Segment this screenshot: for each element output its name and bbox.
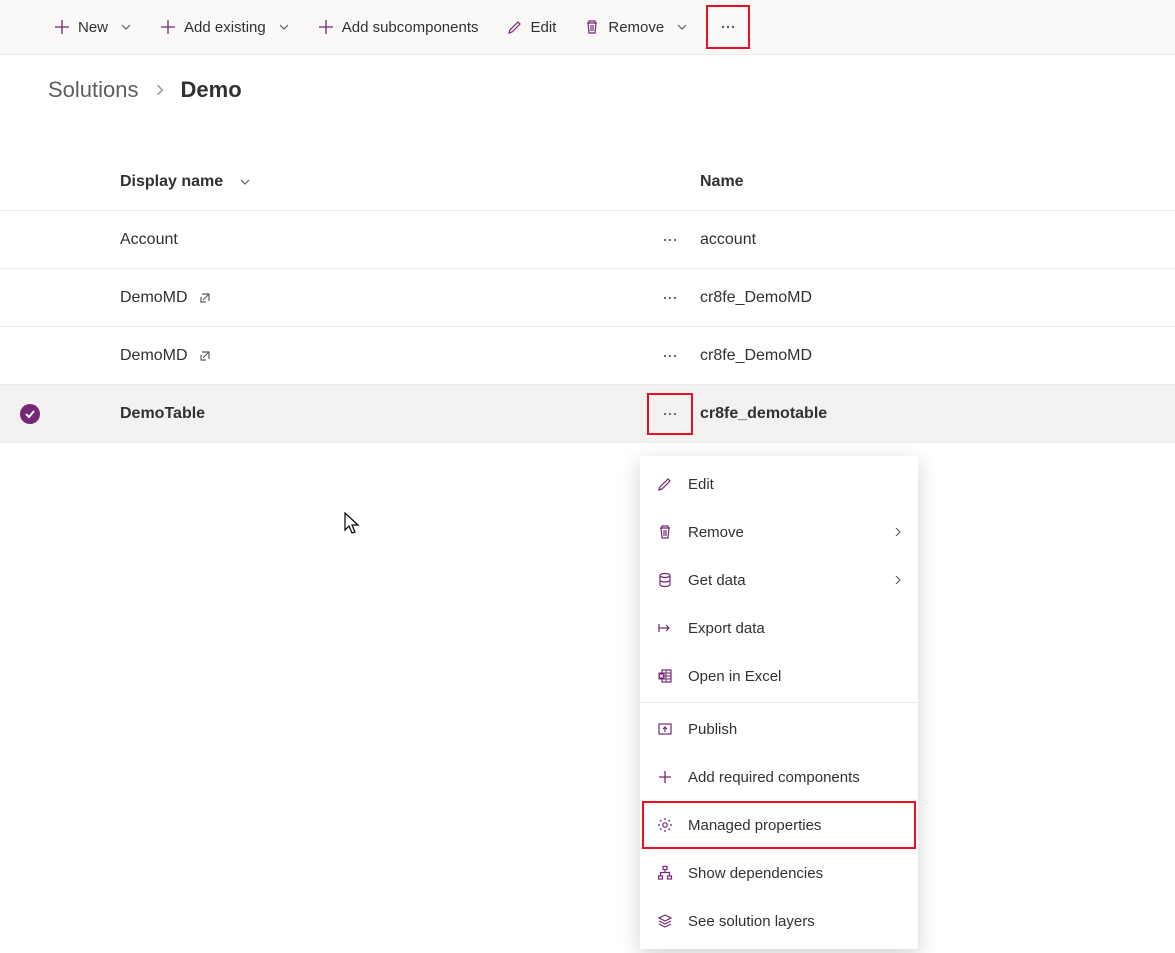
excel-icon <box>656 667 674 685</box>
open-external-icon[interactable] <box>198 291 212 305</box>
table-row[interactable]: DemoTable cr8fe_demotable <box>0 385 1175 443</box>
pencil-icon <box>507 19 523 35</box>
command-bar: New Add existing Add subcomponents Edit … <box>0 0 1175 55</box>
row-name: cr8fe_DemoMD <box>700 347 1175 365</box>
export-icon <box>656 619 674 637</box>
trash-icon <box>584 19 600 35</box>
menu-edit[interactable]: Edit <box>640 460 918 508</box>
table-row[interactable]: Account account <box>0 211 1175 269</box>
more-icon <box>719 18 737 36</box>
new-button[interactable]: New <box>44 13 142 42</box>
more-icon <box>661 347 679 365</box>
row-more-button[interactable] <box>657 285 683 311</box>
row-display-name: DemoMD <box>120 289 188 307</box>
breadcrumb-current: Demo <box>181 77 242 103</box>
menu-separator <box>640 702 918 703</box>
remove-label: Remove <box>608 19 664 36</box>
gear-icon <box>656 816 674 834</box>
overflow-menu-button[interactable] <box>706 5 750 49</box>
breadcrumb: Solutions Demo <box>0 55 1175 113</box>
open-external-icon[interactable] <box>198 349 212 363</box>
menu-open-excel[interactable]: Open in Excel <box>640 652 918 700</box>
table-row[interactable]: DemoMD cr8fe_DemoMD <box>0 327 1175 385</box>
solution-components-table: Display name Name Account account DemoMD <box>0 153 1175 443</box>
row-context-menu: Edit Remove Get data Export data Open in… <box>640 456 918 949</box>
plus-icon <box>54 19 70 35</box>
hierarchy-icon <box>656 864 674 882</box>
row-name: account <box>700 231 1175 249</box>
menu-show-dependencies[interactable]: Show dependencies <box>640 849 918 897</box>
column-header-display-name[interactable]: Display name <box>120 173 640 191</box>
breadcrumb-root[interactable]: Solutions <box>48 77 139 103</box>
table-header: Display name Name <box>0 153 1175 211</box>
chevron-right-icon <box>892 526 904 538</box>
layers-icon <box>656 912 674 930</box>
checkmark-icon[interactable] <box>20 404 40 424</box>
new-label: New <box>78 19 108 36</box>
plus-icon <box>160 19 176 35</box>
edit-button[interactable]: Edit <box>497 13 567 42</box>
chevron-down-icon <box>676 21 688 33</box>
menu-solution-layers[interactable]: See solution layers <box>640 897 918 945</box>
more-icon <box>661 405 679 423</box>
menu-remove[interactable]: Remove <box>640 508 918 556</box>
row-display-name: Account <box>120 231 178 249</box>
row-more-button[interactable] <box>647 393 693 435</box>
row-display-name: DemoTable <box>120 405 205 423</box>
chevron-down-icon <box>120 21 132 33</box>
cursor-icon <box>344 512 362 536</box>
menu-export-data[interactable]: Export data <box>640 604 918 652</box>
row-name: cr8fe_DemoMD <box>700 289 1175 307</box>
edit-label: Edit <box>531 19 557 36</box>
menu-add-required[interactable]: Add required components <box>640 753 918 801</box>
plus-icon <box>656 768 674 786</box>
more-icon <box>661 289 679 307</box>
database-icon <box>656 571 674 589</box>
row-display-name: DemoMD <box>120 347 188 365</box>
add-subcomponents-label: Add subcomponents <box>342 19 479 36</box>
add-existing-button[interactable]: Add existing <box>150 13 300 42</box>
menu-get-data[interactable]: Get data <box>640 556 918 604</box>
remove-button[interactable]: Remove <box>574 13 698 42</box>
plus-icon <box>318 19 334 35</box>
row-more-button[interactable] <box>657 343 683 369</box>
chevron-down-icon <box>278 21 290 33</box>
more-icon <box>661 231 679 249</box>
row-name: cr8fe_demotable <box>700 405 1175 423</box>
column-header-name[interactable]: Name <box>700 173 1175 191</box>
menu-managed-properties[interactable]: Managed properties <box>640 801 918 849</box>
chevron-right-icon <box>892 574 904 586</box>
trash-icon <box>656 523 674 541</box>
chevron-down-icon <box>239 176 251 188</box>
chevron-right-icon <box>153 83 167 97</box>
add-subcomponents-button[interactable]: Add subcomponents <box>308 13 489 42</box>
row-more-button[interactable] <box>657 227 683 253</box>
table-row[interactable]: DemoMD cr8fe_DemoMD <box>0 269 1175 327</box>
publish-icon <box>656 720 674 738</box>
add-existing-label: Add existing <box>184 19 266 36</box>
pencil-icon <box>656 475 674 493</box>
menu-publish[interactable]: Publish <box>640 705 918 753</box>
